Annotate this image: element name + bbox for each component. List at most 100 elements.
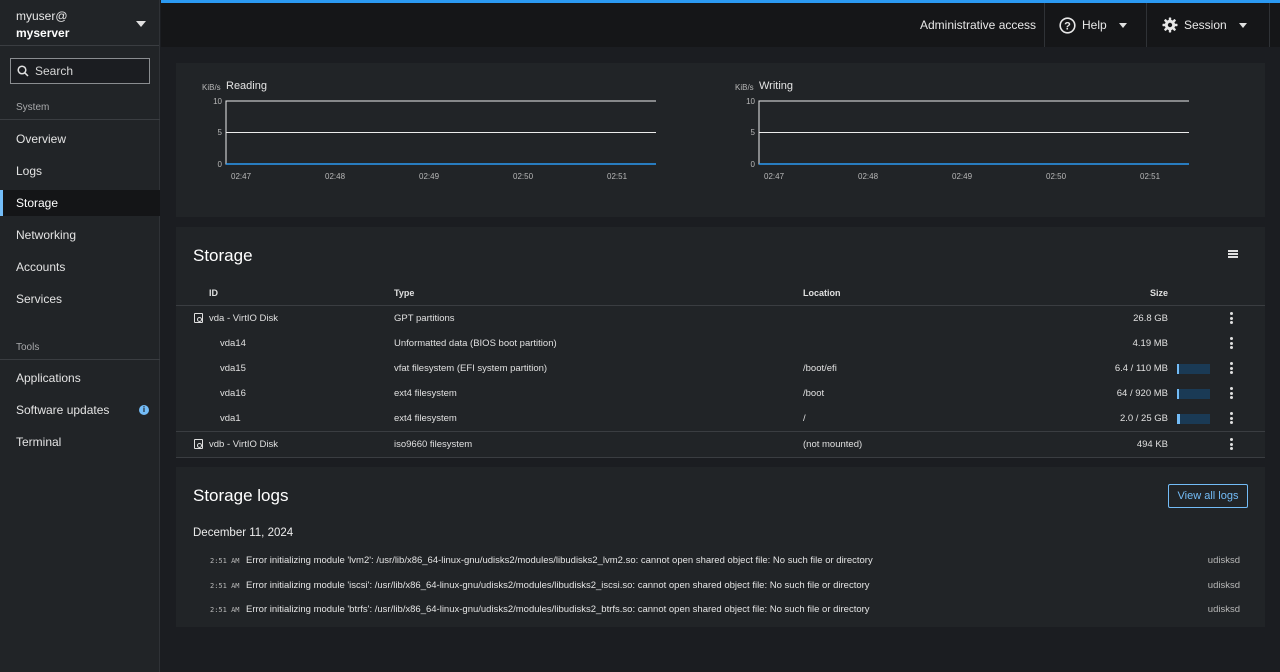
cell-id: vdb - VirtIO Disk bbox=[209, 439, 278, 450]
cell-location: /boot/efi bbox=[803, 363, 837, 374]
table-row[interactable]: vdb - VirtIO Disk iso9660 filesystem (not … bbox=[176, 432, 1265, 457]
cell-type: ext4 filesystem bbox=[394, 388, 457, 399]
log-message: Error initializing module 'lvm2': /usr/l… bbox=[246, 555, 873, 566]
log-entry[interactable]: 2:51 AM Error initializing module 'btrfs'… bbox=[176, 603, 1265, 623]
disk-icon bbox=[194, 313, 203, 323]
sidebar-item-terminal[interactable]: Terminal bbox=[0, 429, 160, 455]
svg-text:?: ? bbox=[1064, 20, 1071, 32]
usage-bar-fill bbox=[1177, 364, 1179, 374]
usage-bar-fill bbox=[1177, 414, 1180, 424]
kebab-menu-icon[interactable] bbox=[1230, 387, 1233, 399]
storage-logs-card: Storage logs View all logs December 11, … bbox=[176, 467, 1265, 627]
gear-icon bbox=[1162, 17, 1178, 33]
cell-size: 64 / 920 MB bbox=[1116, 388, 1168, 399]
cell-id: vda - VirtIO Disk bbox=[209, 313, 278, 324]
log-time: 2:51 AM bbox=[210, 557, 240, 565]
log-date: December 11, 2024 bbox=[193, 527, 294, 539]
table-row[interactable]: vda16 ext4 filesystem/boot 64 / 920 MB bbox=[176, 381, 1265, 406]
host-server: myserver bbox=[16, 26, 70, 40]
view-all-logs-button[interactable]: View all logs bbox=[1168, 484, 1248, 508]
sidebar-item-networking[interactable]: Networking bbox=[0, 222, 160, 248]
cell-location: /boot bbox=[803, 388, 825, 399]
log-source: udisksd bbox=[1207, 580, 1240, 591]
disk-io-charts-card: KiB/s Reading 10 5 0 02:47 02:48 02:49 02:50 02… bbox=[176, 63, 1265, 217]
help-menu-button[interactable]: ? Help bbox=[1059, 3, 1127, 47]
log-time: 2:51 AM bbox=[210, 582, 240, 590]
usage-bar-fill bbox=[1177, 389, 1179, 399]
sidebar-item-services[interactable]: Services bbox=[0, 286, 160, 312]
help-icon: ? bbox=[1059, 16, 1076, 34]
top-bar: Administrative access ? Help Session bbox=[161, 0, 1280, 47]
cell-id: vda15 bbox=[220, 363, 246, 374]
cell-type: GPT partitions bbox=[394, 313, 455, 324]
table-row[interactable]: vda15 vfat filesystem (EFI system partiti… bbox=[176, 356, 1265, 381]
log-source: udisksd bbox=[1207, 555, 1240, 566]
chevron-down-icon bbox=[1118, 22, 1127, 28]
sidebar-item-overview[interactable]: Overview bbox=[0, 126, 160, 152]
search-input[interactable]: Search bbox=[10, 58, 150, 84]
sidebar-item-storage[interactable]: Storage bbox=[0, 190, 160, 216]
table-row[interactable]: vda1 ext4 filesystem / 2.0 / 25 GB bbox=[176, 406, 1265, 431]
host-user: myuser@ bbox=[16, 9, 68, 23]
cell-type: ext4 filesystem bbox=[394, 413, 457, 424]
divider bbox=[0, 359, 160, 360]
log-entry[interactable]: 2:51 AM Error initializing module 'lvm2':… bbox=[176, 554, 1265, 574]
cell-id: vda16 bbox=[220, 388, 246, 399]
column-header-id[interactable]: ID bbox=[209, 288, 218, 298]
log-entry[interactable]: 2:51 AM Error initializing module 'iscsi'… bbox=[176, 579, 1265, 599]
cell-type: vfat filesystem (EFI system partition) bbox=[394, 363, 548, 374]
usage-bar bbox=[1177, 414, 1210, 424]
host-switcher[interactable]: myuser@ myserver bbox=[0, 0, 159, 46]
cell-size: 4.19 MB bbox=[1132, 338, 1168, 349]
kebab-menu-icon[interactable] bbox=[1230, 362, 1233, 374]
chevron-down-icon bbox=[1238, 22, 1247, 28]
tools-section-label: Tools bbox=[16, 342, 40, 353]
administrative-access-button[interactable]: Administrative access bbox=[920, 3, 1036, 47]
session-label: Session bbox=[1184, 18, 1227, 32]
sidebar: myuser@ myserver Search System Overview L… bbox=[0, 0, 160, 672]
info-icon: i bbox=[139, 405, 149, 415]
log-time: 2:51 AM bbox=[210, 606, 240, 614]
search-label: Search bbox=[35, 64, 74, 78]
sidebar-item-label: Overview bbox=[16, 132, 67, 146]
divider bbox=[176, 457, 1265, 458]
writing-plot bbox=[758, 100, 1189, 165]
divider bbox=[0, 119, 160, 120]
sidebar-item-label: Terminal bbox=[16, 435, 62, 449]
storage-logs-title: Storage logs bbox=[193, 486, 289, 505]
chevron-down-icon bbox=[136, 21, 146, 27]
sidebar-item-software-updates[interactable]: Software updates i bbox=[0, 397, 160, 423]
divider bbox=[1044, 3, 1045, 47]
usage-bar bbox=[1177, 389, 1210, 399]
sidebar-item-label: Applications bbox=[16, 371, 81, 385]
cell-type: Unformatted data (BIOS boot partition) bbox=[394, 338, 557, 349]
log-message: Error initializing module 'iscsi': /usr/… bbox=[246, 580, 870, 591]
session-menu-button[interactable]: Session bbox=[1162, 3, 1247, 47]
kebab-menu-icon[interactable] bbox=[1230, 312, 1233, 324]
column-header-size[interactable]: Size bbox=[1150, 288, 1168, 298]
sidebar-item-label: Services bbox=[16, 292, 63, 306]
kebab-menu-icon[interactable] bbox=[1230, 337, 1233, 349]
sidebar-item-label: Accounts bbox=[16, 260, 66, 274]
cell-type: iso9660 filesystem bbox=[394, 439, 473, 450]
cell-size: 494 KB bbox=[1136, 439, 1168, 450]
cell-size: 6.4 / 110 MB bbox=[1114, 363, 1168, 374]
column-header-type[interactable]: Type bbox=[394, 288, 414, 298]
sidebar-item-label: Software updates bbox=[16, 403, 110, 417]
administrative-access-label: Administrative access bbox=[920, 18, 1037, 32]
disk-icon bbox=[194, 439, 203, 449]
table-row[interactable]: vda14 Unformatted data (BIOS boot partiti… bbox=[176, 331, 1265, 356]
kebab-menu-icon[interactable] bbox=[1230, 412, 1233, 424]
log-source: udisksd bbox=[1207, 604, 1240, 615]
system-section-label: System bbox=[16, 102, 50, 113]
storage-card: Storage ID Type Location Size vda - Virt… bbox=[176, 227, 1265, 458]
sidebar-item-label: Logs bbox=[16, 164, 43, 178]
column-header-location[interactable]: Location bbox=[803, 288, 841, 298]
sidebar-item-logs[interactable]: Logs bbox=[0, 158, 160, 184]
kebab-menu-icon[interactable] bbox=[1230, 438, 1233, 450]
sidebar-item-applications[interactable]: Applications bbox=[0, 365, 160, 391]
menu-icon[interactable] bbox=[1228, 250, 1238, 258]
storage-title: Storage bbox=[193, 246, 253, 265]
sidebar-item-accounts[interactable]: Accounts bbox=[0, 254, 160, 280]
table-row[interactable]: vda - VirtIO Disk GPT partitions 26.8 GB bbox=[176, 306, 1265, 331]
